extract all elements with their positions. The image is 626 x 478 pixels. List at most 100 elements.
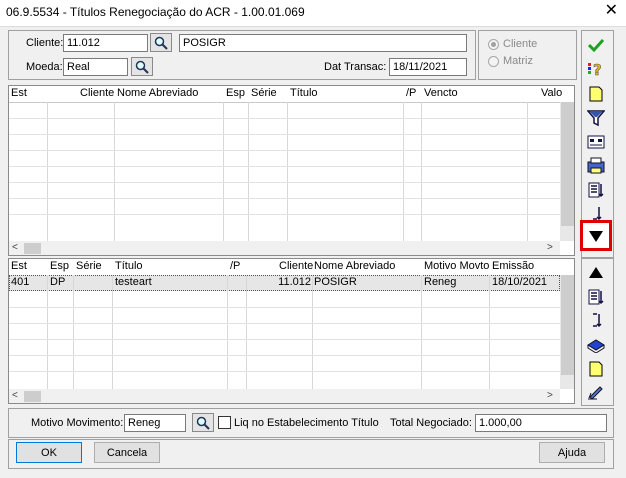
col-valor[interactable]: Valo bbox=[541, 87, 562, 99]
book-icon bbox=[587, 339, 605, 353]
edit-list-icon bbox=[587, 135, 605, 149]
note-icon bbox=[589, 361, 603, 377]
bottom-grid-vscroll[interactable] bbox=[560, 275, 574, 389]
col-est[interactable]: Est bbox=[11, 87, 27, 99]
svg-text:?: ? bbox=[593, 61, 602, 78]
move-all-back-button[interactable] bbox=[585, 287, 607, 307]
note-button[interactable] bbox=[585, 359, 607, 379]
scroll-left-icon[interactable]: < bbox=[12, 242, 18, 253]
cell-motivo: Reneg bbox=[424, 276, 457, 288]
move-up-button[interactable] bbox=[585, 263, 607, 283]
table-row[interactable]: 401 DP testeart 11.012 POSIGR Reneg 18/1… bbox=[9, 275, 560, 291]
book-button[interactable] bbox=[585, 335, 607, 355]
liq-checkbox[interactable] bbox=[218, 416, 231, 429]
scroll-left-icon[interactable]: < bbox=[12, 390, 18, 401]
col-vencto[interactable]: Vencto bbox=[424, 87, 458, 99]
motivo-zoom-button[interactable] bbox=[192, 413, 214, 432]
move-one-icon bbox=[593, 313, 602, 328]
bottom-grid-hscroll-thumb[interactable] bbox=[24, 391, 41, 402]
move-all-button[interactable] bbox=[585, 180, 607, 200]
col-titulo[interactable]: Título bbox=[115, 260, 143, 272]
cliente-label: Cliente: bbox=[26, 37, 64, 49]
move-down-button[interactable] bbox=[580, 220, 612, 251]
top-grid-vscroll-thumb[interactable] bbox=[561, 102, 574, 226]
cliente-input[interactable]: 11.012 bbox=[63, 34, 148, 52]
col-titulo[interactable]: Título bbox=[290, 87, 318, 99]
bottom-grid-header: Est Esp Série Título /P Cliente Nome Abr… bbox=[9, 259, 574, 276]
moeda-label: Moeda: bbox=[26, 61, 63, 73]
top-grid[interactable]: Est Cliente Nome Abreviado Esp Série Tít… bbox=[8, 85, 575, 256]
col-esp[interactable]: Esp bbox=[226, 87, 245, 99]
col-emissao[interactable]: Emissão bbox=[492, 260, 534, 272]
radio-empty-icon bbox=[488, 55, 499, 67]
col-esp[interactable]: Esp bbox=[50, 260, 69, 272]
print-button[interactable] bbox=[585, 156, 607, 176]
pen-icon bbox=[588, 386, 603, 400]
query-button[interactable]: ? bbox=[585, 59, 607, 79]
moeda-input[interactable]: Real bbox=[63, 58, 128, 76]
arrow-down-icon bbox=[589, 230, 603, 242]
cell-nome: POSIGR bbox=[314, 276, 357, 288]
col-serie[interactable]: Série bbox=[251, 87, 277, 99]
col-p[interactable]: /P bbox=[230, 260, 240, 272]
arrow-up-icon bbox=[589, 267, 603, 278]
top-grid-vscroll[interactable] bbox=[560, 102, 574, 241]
radio-cliente[interactable]: Cliente bbox=[488, 38, 537, 50]
filter-icon bbox=[587, 110, 605, 127]
cell-est: 401 bbox=[11, 276, 30, 288]
total-input[interactable]: 1.000,00 bbox=[475, 414, 607, 432]
dat-transac-label: Dat Transac: bbox=[324, 61, 387, 73]
cell-cliente: 11.012 bbox=[278, 276, 311, 288]
radio-selected-icon bbox=[488, 38, 499, 50]
radio-matriz[interactable]: Matriz bbox=[488, 55, 533, 67]
edit-pen-button[interactable] bbox=[585, 381, 607, 401]
col-cliente[interactable]: Cliente bbox=[279, 260, 313, 272]
col-nome-abreviado[interactable]: Nome Abreviado bbox=[314, 260, 395, 272]
motivo-input[interactable]: Reneg bbox=[124, 414, 186, 432]
col-serie[interactable]: Série bbox=[76, 260, 102, 272]
help-button[interactable]: Ajuda bbox=[539, 442, 605, 463]
note-icon bbox=[589, 86, 603, 102]
cell-emissao: 18/10/2021 bbox=[492, 276, 548, 288]
scroll-right-icon[interactable]: > bbox=[547, 242, 553, 253]
radio-cliente-label: Cliente bbox=[503, 38, 538, 50]
total-label: Total Negociado: bbox=[390, 417, 472, 429]
col-est[interactable]: Est bbox=[11, 260, 27, 272]
magnifier-icon bbox=[154, 36, 168, 50]
cliente-zoom-button[interactable] bbox=[150, 33, 172, 52]
confirm-check-button[interactable] bbox=[585, 35, 607, 55]
ok-button[interactable]: OK bbox=[16, 442, 82, 463]
bottom-grid-vscroll-thumb[interactable] bbox=[561, 275, 574, 375]
top-grid-hscroll[interactable]: < > bbox=[9, 241, 560, 255]
dat-transac-input[interactable]: 18/11/2021 bbox=[389, 58, 467, 76]
motivo-label: Motivo Movimento: bbox=[31, 417, 124, 429]
cancel-label: Cancela bbox=[106, 446, 148, 459]
filter-button[interactable] bbox=[585, 108, 607, 128]
col-nome-abreviado[interactable]: Nome Abreviado bbox=[117, 87, 198, 99]
cliente-nome-input[interactable]: POSIGR bbox=[179, 34, 467, 52]
magnifier-icon bbox=[135, 60, 149, 74]
cancel-button[interactable]: Cancela bbox=[94, 442, 160, 463]
cell-titulo: testeart bbox=[115, 276, 152, 288]
moeda-zoom-button[interactable] bbox=[131, 57, 153, 76]
close-icon[interactable]: ✕ bbox=[605, 3, 618, 19]
col-cliente[interactable]: Cliente bbox=[80, 87, 114, 99]
scroll-right-icon[interactable]: > bbox=[547, 390, 553, 401]
edit-button[interactable] bbox=[585, 132, 607, 152]
liq-label: Liq no Estabelecimento Título bbox=[234, 417, 379, 429]
magnifier-icon bbox=[196, 416, 210, 430]
col-motivo-movto[interactable]: Motivo Movto bbox=[424, 260, 489, 272]
top-grid-hscroll-thumb[interactable] bbox=[24, 243, 41, 254]
help-label: Ajuda bbox=[557, 446, 587, 459]
top-grid-header: Est Cliente Nome Abreviado Esp Série Tít… bbox=[9, 86, 574, 103]
ok-label: OK bbox=[41, 446, 57, 459]
move-one-back-button[interactable] bbox=[585, 311, 607, 331]
check-icon bbox=[588, 38, 604, 52]
radio-matriz-label: Matriz bbox=[503, 55, 533, 67]
bottom-grid-hscroll[interactable]: < > bbox=[9, 389, 560, 403]
bottom-grid[interactable]: Est Esp Série Título /P Cliente Nome Abr… bbox=[8, 258, 575, 404]
col-p[interactable]: /P bbox=[406, 87, 416, 99]
window-title: 06.9.5534 - Títulos Renegociação do ACR … bbox=[6, 5, 305, 19]
title-bar: 06.9.5534 - Títulos Renegociação do ACR … bbox=[0, 0, 626, 27]
new-note-button[interactable] bbox=[585, 84, 607, 104]
